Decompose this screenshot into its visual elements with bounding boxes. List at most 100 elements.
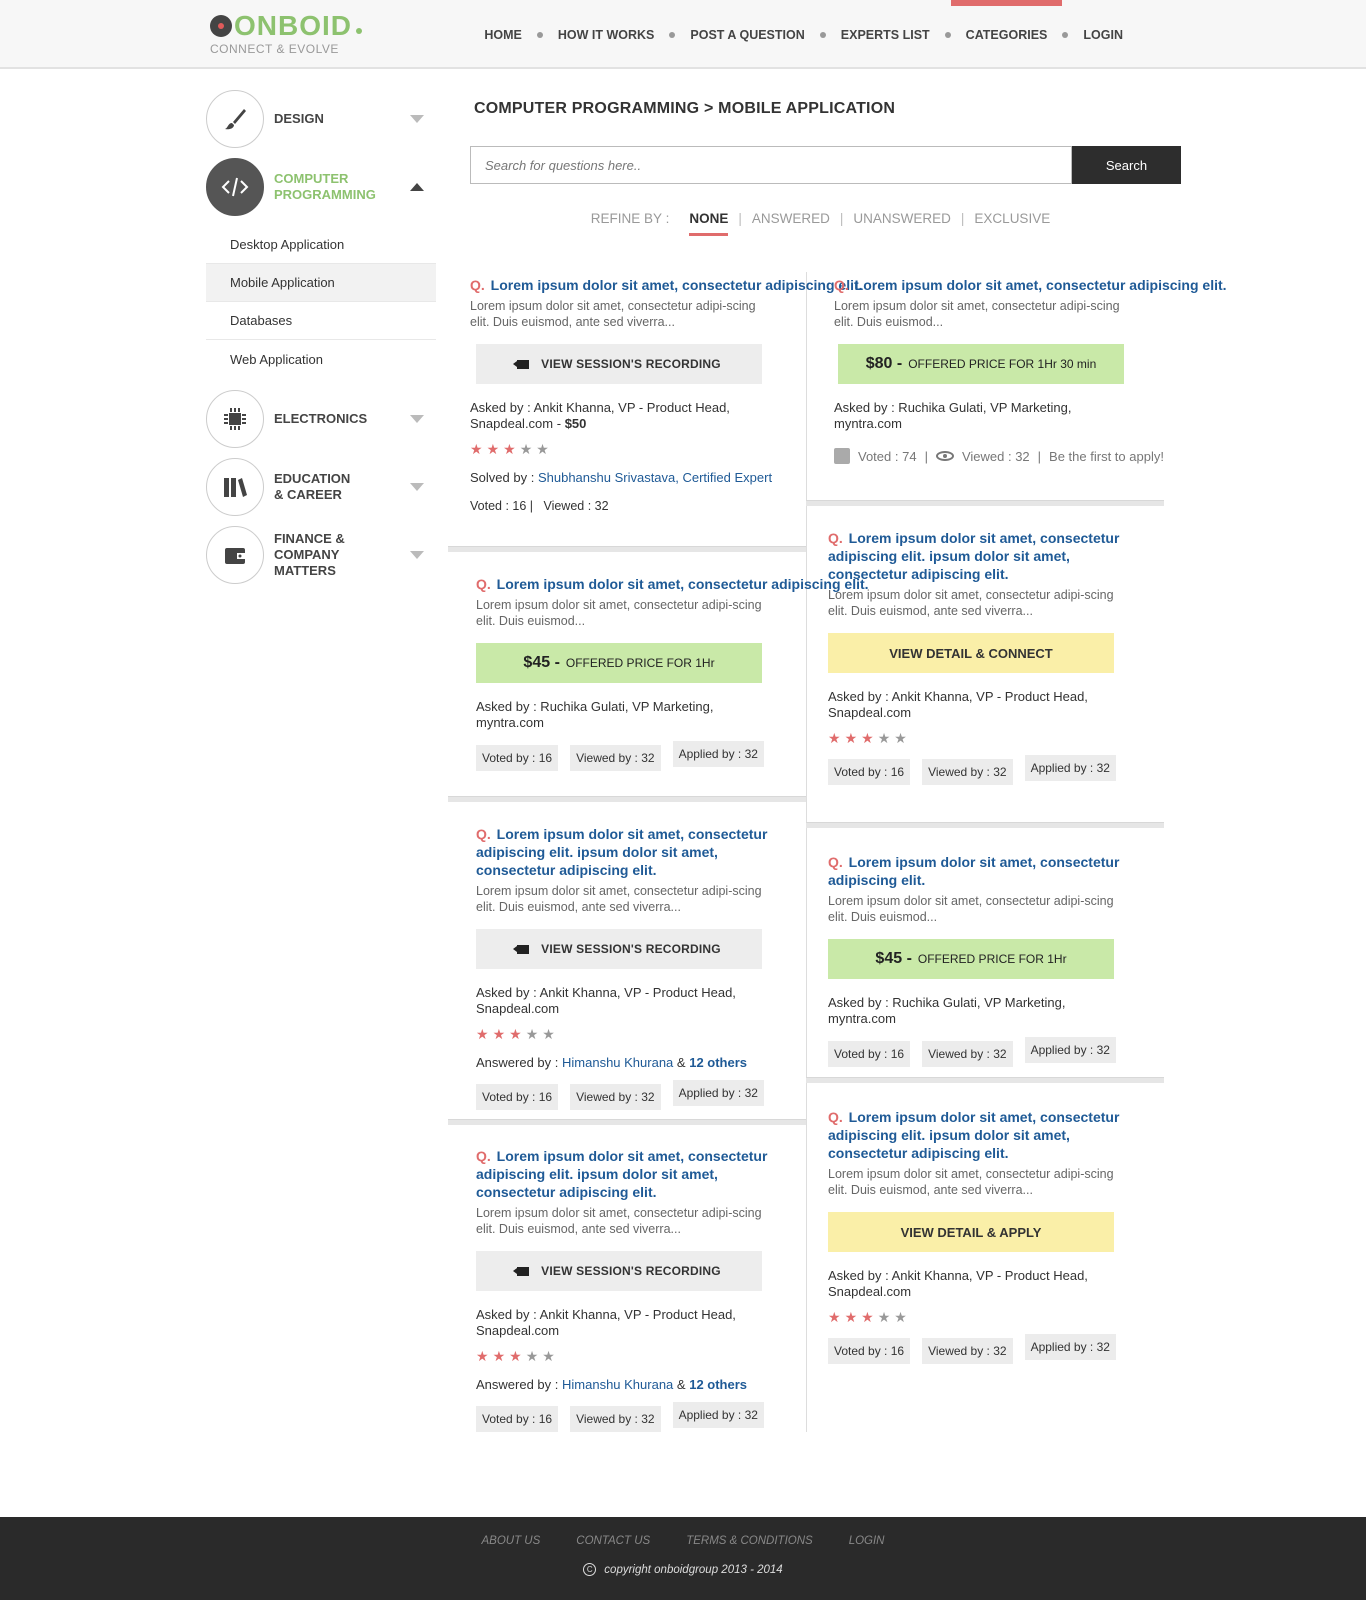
question-description: Lorem ipsum dolor sit amet, consectetur … xyxy=(470,299,756,329)
viewed-tag: Viewed by : 32 xyxy=(570,1406,661,1432)
button-label: VIEW SESSION'S RECORDING xyxy=(541,1264,721,1278)
subcategory-web-application[interactable]: Web Application xyxy=(206,340,436,378)
question-title-text: Lorem ipsum dolor sit amet, consectetur … xyxy=(828,854,1120,888)
nav-experts-list[interactable]: EXPERTS LIST xyxy=(826,0,945,69)
star-icon: ★ xyxy=(861,730,874,746)
category-computer-programming[interactable]: COMPUTER PROGRAMMING xyxy=(206,158,436,216)
books-icon xyxy=(206,458,264,516)
asked-by: Asked by : Ankit Khanna, VP - Product He… xyxy=(828,689,1088,720)
solved-by-link[interactable]: Shubhanshu Srivastava, Certified Expert xyxy=(538,470,772,485)
answered-others-link[interactable]: 12 others xyxy=(689,1377,747,1392)
question-title-text: Lorem ipsum dolor sit amet, consectetur … xyxy=(828,530,1120,582)
code-icon xyxy=(206,158,264,216)
question-title[interactable]: Q. Lorem ipsum dolor sit amet, consectet… xyxy=(476,1147,796,1201)
category-finance[interactable]: FINANCE & COMPANY MATTERS xyxy=(206,526,436,584)
rating-stars: ★ ★ ★ ★ ★ xyxy=(828,731,1148,745)
footer-contact-us[interactable]: CONTACT US xyxy=(576,1535,650,1547)
question-title[interactable]: Q. Lorem ipsum dolor sit amet, consectet… xyxy=(476,575,869,593)
question-card: Q. Lorem ipsum dolor sit amet, consectet… xyxy=(828,853,1148,1067)
view-recording-button[interactable]: VIEW SESSION'S RECORDING xyxy=(476,929,762,969)
copyright-icon: C xyxy=(583,1563,597,1576)
card-divider xyxy=(806,500,1164,506)
category-label-line: COMPUTER xyxy=(274,171,349,186)
nav-login[interactable]: LOGIN xyxy=(1068,0,1138,69)
eye-icon xyxy=(935,451,954,461)
answered-prefix: Answered by : xyxy=(476,1377,559,1392)
question-title[interactable]: Q. Lorem ipsum dolor sit amet, consectet… xyxy=(476,825,796,879)
view-recording-button[interactable]: VIEW SESSION'S RECORDING xyxy=(476,344,762,384)
footer-about-us[interactable]: ABOUT US xyxy=(481,1535,540,1547)
refine-unanswered[interactable]: UNANSWERED xyxy=(843,206,961,230)
star-icon: ★ xyxy=(476,1026,489,1042)
footer-login[interactable]: LOGIN xyxy=(849,1535,885,1547)
asked-by-text: Asked by : Ankit Khanna, VP - Product He… xyxy=(470,400,730,431)
question-title[interactable]: Q. Lorem ipsum dolor sit amet, consectet… xyxy=(828,529,1148,583)
view-detail-connect-button[interactable]: VIEW DETAIL & CONNECT xyxy=(828,633,1114,673)
applied-tag: Applied by : 32 xyxy=(672,1402,764,1428)
question-title-text: Lorem ipsum dolor sit amet, consectetur … xyxy=(828,1109,1120,1161)
offered-price-button[interactable]: $45 - OFFERED PRICE FOR 1Hr xyxy=(476,643,762,683)
refine-filter: REFINE BY : NONE | ANSWERED | UNANSWERED… xyxy=(470,206,1181,236)
copyright: C copyright onboidgroup 2013 - 2014 xyxy=(0,1563,1366,1576)
star-icon: ★ xyxy=(877,730,891,746)
answered-by-link[interactable]: Himanshu Khurana xyxy=(562,1055,673,1070)
asked-by: Asked by : Ankit Khanna, VP - Product He… xyxy=(470,400,760,432)
viewed-tag: Viewed by : 32 xyxy=(570,1084,661,1110)
category-design[interactable]: DESIGN xyxy=(206,90,436,148)
chevron-down-icon xyxy=(410,415,424,423)
nav-home[interactable]: HOME xyxy=(469,0,537,69)
star-icon: ★ xyxy=(828,730,841,746)
answered-others-link[interactable]: 12 others xyxy=(689,1055,747,1070)
offered-price-button[interactable]: $80 - OFFERED PRICE FOR 1Hr 30 min xyxy=(838,344,1124,384)
question-title[interactable]: Q. Lorem ipsum dolor sit amet, consectet… xyxy=(828,1108,1148,1162)
search-input[interactable] xyxy=(470,146,1072,184)
question-title[interactable]: Q. Lorem ipsum dolor sit amet, consectet… xyxy=(828,853,1148,889)
stats-tags: Voted by : 16 Viewed by : 32 Applied by … xyxy=(476,1080,796,1110)
refine-exclusive[interactable]: EXCLUSIVE xyxy=(964,206,1060,230)
star-icon: ★ xyxy=(476,1348,489,1364)
question-title[interactable]: Q. Lorem ipsum dolor sit amet, consectet… xyxy=(834,276,1227,294)
footer-terms[interactable]: TERMS & CONDITIONS xyxy=(686,1535,813,1547)
stats-tags: Voted by : 16 Viewed by : 32 Applied by … xyxy=(828,1037,1148,1067)
q-marker: Q. xyxy=(476,1148,491,1164)
subcategory-databases[interactable]: Databases xyxy=(206,302,436,340)
q-marker: Q. xyxy=(834,277,849,293)
logo-bubble-icon xyxy=(210,15,232,37)
card-divider xyxy=(448,796,806,802)
offered-price-button[interactable]: $45 - OFFERED PRICE FOR 1Hr xyxy=(828,939,1114,979)
main-nav: HOME HOW IT WORKS POST A QUESTION EXPERT… xyxy=(469,0,1138,69)
category-label-line: PROGRAMMING xyxy=(274,187,376,202)
category-label-line: EDUCATION xyxy=(274,471,351,486)
answered-amp: & xyxy=(676,1055,686,1070)
nav-how-it-works[interactable]: HOW IT WORKS xyxy=(543,0,670,69)
question-description: Lorem ipsum dolor sit amet, consectetur … xyxy=(828,894,1114,924)
subcategory-mobile-application[interactable]: Mobile Application xyxy=(206,264,436,302)
refine-none[interactable]: NONE xyxy=(679,206,738,236)
answered-amp: & xyxy=(676,1377,686,1392)
logo[interactable]: ONBOID CONNECT & EVOLVE xyxy=(210,12,362,56)
category-education-career[interactable]: EDUCATION & CAREER xyxy=(206,458,436,516)
thumbs-up-icon[interactable] xyxy=(834,448,850,464)
viewed-tag: Viewed by : 32 xyxy=(922,759,1013,785)
nav-categories[interactable]: CATEGORIES xyxy=(950,0,1063,69)
search-button[interactable]: Search xyxy=(1072,146,1181,184)
logo-tagline: CONNECT & EVOLVE xyxy=(210,42,339,56)
rating-stars: ★ ★ ★ ★ ★ xyxy=(476,1027,796,1041)
subcategory-desktop-application[interactable]: Desktop Application xyxy=(206,226,436,264)
search-bar: Search xyxy=(470,146,1181,184)
question-title[interactable]: Q. Lorem ipsum dolor sit amet, consectet… xyxy=(470,276,863,294)
nav-post-question[interactable]: POST A QUESTION xyxy=(675,0,819,69)
meta-separator: | xyxy=(1037,448,1042,464)
star-icon: ★ xyxy=(486,441,500,457)
view-detail-apply-button[interactable]: VIEW DETAIL & APPLY xyxy=(828,1212,1114,1252)
logo-text: ONBOID xyxy=(234,10,352,41)
question-card: Q. Lorem ipsum dolor sit amet, consectet… xyxy=(828,1108,1148,1364)
question-description: Lorem ipsum dolor sit amet, consectetur … xyxy=(476,1206,762,1236)
answered-by-link[interactable]: Himanshu Khurana xyxy=(562,1377,673,1392)
view-recording-button[interactable]: VIEW SESSION'S RECORDING xyxy=(476,1251,762,1291)
applied-tag: Applied by : 32 xyxy=(672,1080,764,1106)
stats-tags: Voted by : 16 Viewed by : 32 Applied by … xyxy=(476,741,869,771)
refine-answered[interactable]: ANSWERED xyxy=(742,206,840,230)
category-electronics[interactable]: ELECTRONICS xyxy=(206,390,436,448)
q-marker: Q. xyxy=(476,576,491,592)
